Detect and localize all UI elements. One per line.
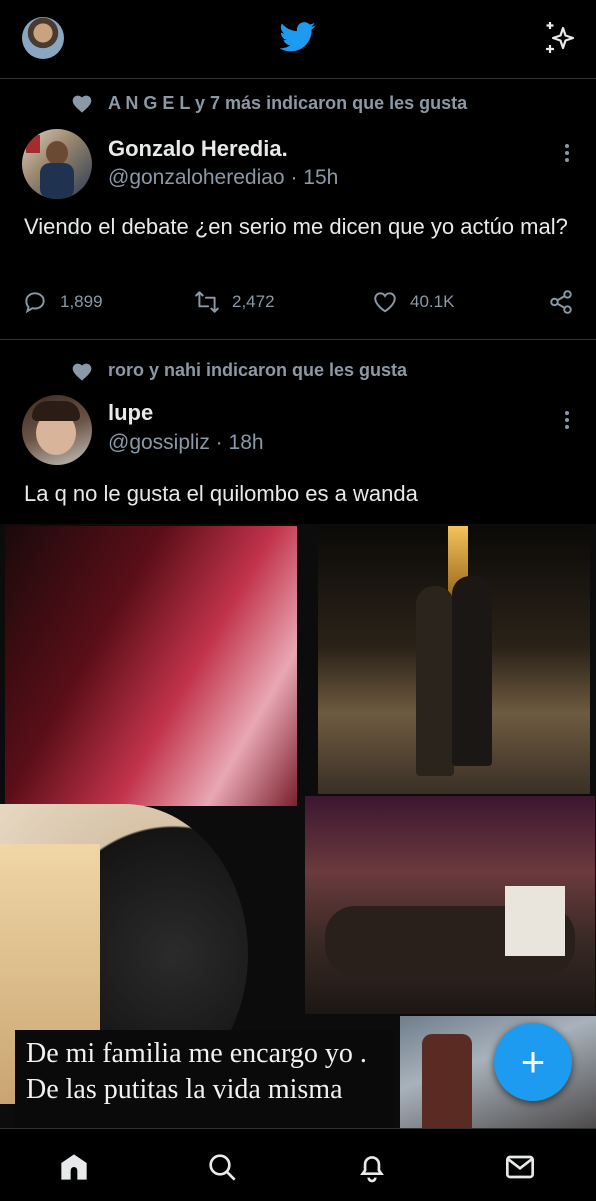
notifications-icon[interactable] bbox=[356, 1151, 388, 1183]
reply-icon bbox=[25, 292, 45, 314]
photo-eiffel-tower[interactable] bbox=[318, 526, 590, 794]
search-icon[interactable] bbox=[206, 1151, 238, 1183]
compose-label: + bbox=[520, 1038, 546, 1085]
retweet-icon bbox=[195, 291, 219, 313]
like-count: 40.1K bbox=[410, 292, 455, 311]
reply-count: 1,899 bbox=[60, 292, 103, 311]
author-name[interactable]: lupe bbox=[108, 400, 153, 426]
messages-icon[interactable] bbox=[504, 1151, 536, 1183]
heart-icon bbox=[72, 95, 92, 113]
tweet-actions: 1,899 2,472 40.1K bbox=[0, 289, 596, 323]
reply-button[interactable]: 1,899 bbox=[22, 289, 103, 315]
social-context[interactable]: roro y nahi indicaron que les gusta bbox=[108, 360, 407, 381]
avatar[interactable] bbox=[22, 129, 92, 199]
author-name[interactable]: Gonzalo Heredia. bbox=[108, 136, 288, 162]
social-context[interactable]: A N G E L y 7 más indicaron que les gust… bbox=[108, 93, 467, 114]
compose-button[interactable]: + bbox=[494, 1023, 572, 1101]
like-button[interactable]: 40.1K bbox=[372, 289, 454, 315]
top-bar bbox=[0, 0, 596, 79]
bottom-navigation bbox=[0, 1128, 596, 1201]
tweet[interactable]: A N G E L y 7 más indicaron que les gust… bbox=[0, 79, 596, 340]
more-options-icon[interactable] bbox=[560, 141, 574, 165]
more-options-icon[interactable] bbox=[560, 408, 574, 432]
sparkle-icon[interactable] bbox=[542, 20, 578, 56]
retweet-button[interactable]: 2,472 bbox=[194, 289, 275, 315]
photo-couple-red[interactable] bbox=[5, 526, 297, 806]
media-caption: De mi familia me encargo yo . De las put… bbox=[26, 1038, 367, 1105]
tweet-text: La q no le gusta el quilombo es a wanda bbox=[24, 481, 418, 506]
profile-avatar[interactable] bbox=[22, 17, 64, 59]
share-icon bbox=[550, 290, 572, 314]
twitter-bird-icon bbox=[280, 22, 316, 52]
like-icon bbox=[374, 292, 396, 313]
home-icon[interactable] bbox=[58, 1151, 90, 1183]
share-button[interactable] bbox=[548, 289, 574, 315]
author-handle[interactable]: @gonzaloherediao · 15h bbox=[108, 166, 338, 190]
retweet-count: 2,472 bbox=[232, 292, 275, 311]
heart-icon bbox=[72, 363, 92, 381]
tweet-text: Viendo el debate ¿en serio me dicen que … bbox=[24, 214, 568, 239]
photo-restaurant-group[interactable] bbox=[305, 796, 595, 1014]
author-handle[interactable]: @gossipliz · 18h bbox=[108, 431, 264, 455]
avatar[interactable] bbox=[22, 395, 92, 465]
